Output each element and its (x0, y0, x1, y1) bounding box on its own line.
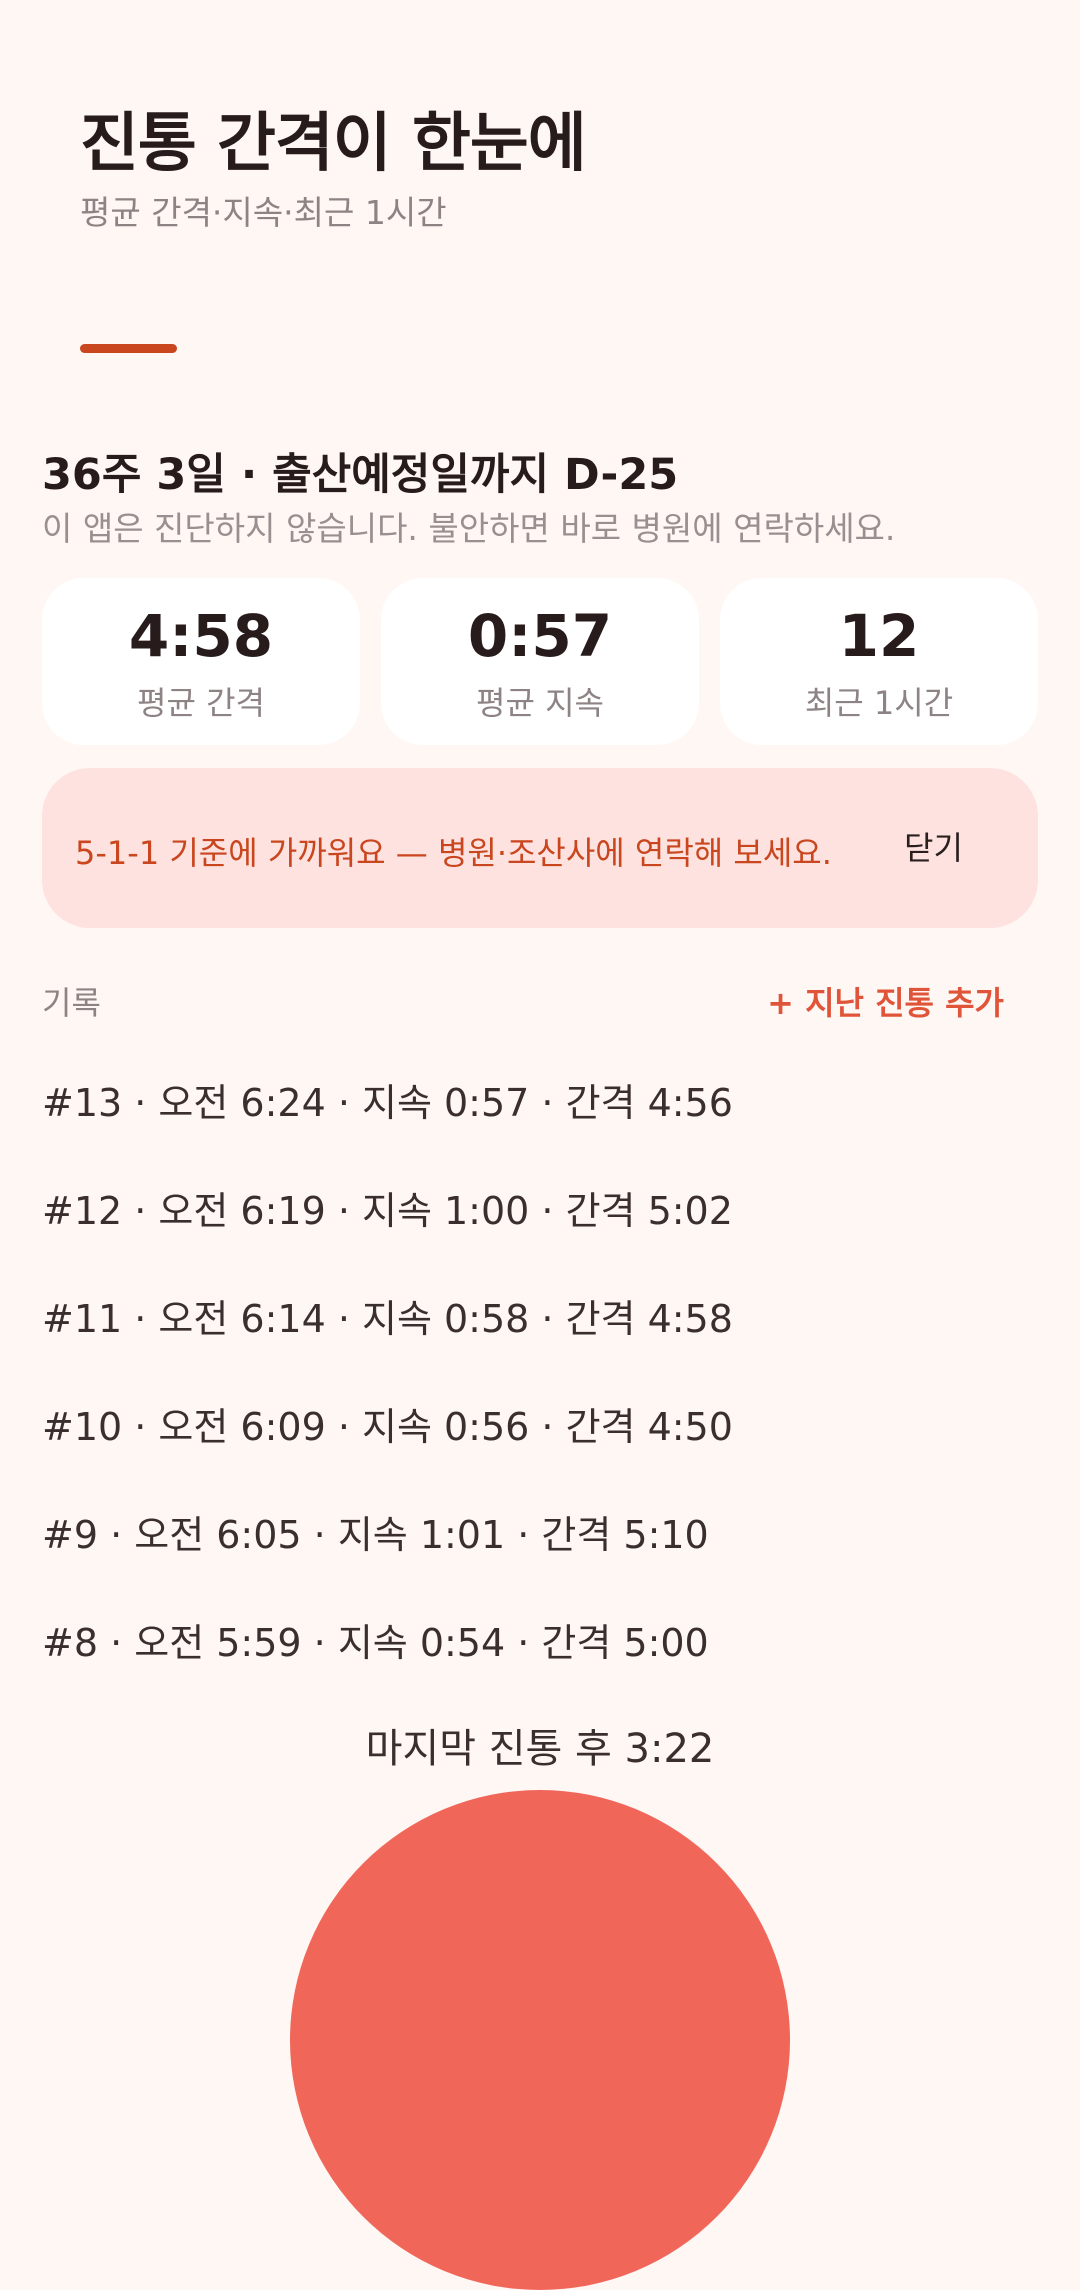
contraction-log-list: #13 · 오전 6:24 · 지속 0:57 · 간격 4:56 #12 · … (42, 1076, 733, 1724)
log-row[interactable]: #8 · 오전 5:59 · 지속 0:54 · 간격 5:00 (42, 1616, 733, 1724)
stat-label: 평균 간격 (137, 684, 265, 722)
disclaimer-text: 이 앱은 진단하지 않습니다. 불안하면 바로 병원에 연락하세요. (42, 509, 896, 548)
stat-value: 0:57 (467, 602, 613, 670)
stat-value: 12 (838, 602, 920, 670)
stat-card-average-duration: 0:57 평균 지속 (381, 578, 699, 745)
page-subtitle: 평균 간격·지속·최근 1시간 (80, 193, 447, 232)
time-since-last-contraction: 마지막 진통 후 3:22 (365, 1726, 715, 1772)
stat-card-last-hour-count: 12 최근 1시간 (720, 578, 1038, 745)
stat-label: 최근 1시간 (804, 684, 954, 722)
pregnancy-week-title: 36주 3일 · 출산예정일까지 D-25 (42, 450, 679, 500)
accent-divider (80, 344, 177, 353)
log-row[interactable]: #9 · 오전 6:05 · 지속 1:01 · 간격 5:10 (42, 1508, 733, 1616)
alert-message: 5-1-1 기준에 가까워요 — 병원·조산사에 연락해 보세요. (75, 834, 832, 872)
alert-close-button[interactable]: 닫기 (904, 816, 1024, 880)
alert-banner: 5-1-1 기준에 가까워요 — 병원·조산사에 연락해 보세요. 닫기 (42, 768, 1038, 928)
stat-label: 평균 지속 (476, 684, 604, 722)
page-title: 진통 간격이 한눈에 (80, 107, 587, 181)
log-row[interactable]: #13 · 오전 6:24 · 지속 0:57 · 간격 4:56 (42, 1076, 733, 1184)
stat-card-average-interval: 4:58 평균 간격 (42, 578, 360, 745)
stats-row: 4:58 평균 간격 0:57 평균 지속 12 최근 1시간 (42, 578, 1038, 745)
log-row[interactable]: #10 · 오전 6:09 · 지속 0:56 · 간격 4:50 (42, 1400, 733, 1508)
add-past-contraction-button[interactable]: + 지난 진통 추가 (767, 978, 1004, 1024)
stat-value: 4:58 (128, 602, 274, 670)
log-section-label: 기록 (42, 984, 101, 1022)
log-row[interactable]: #11 · 오전 6:14 · 지속 0:58 · 간격 4:58 (42, 1292, 733, 1400)
log-row[interactable]: #12 · 오전 6:19 · 지속 1:00 · 간격 5:02 (42, 1184, 733, 1292)
contraction-start-button[interactable] (290, 1790, 790, 2290)
